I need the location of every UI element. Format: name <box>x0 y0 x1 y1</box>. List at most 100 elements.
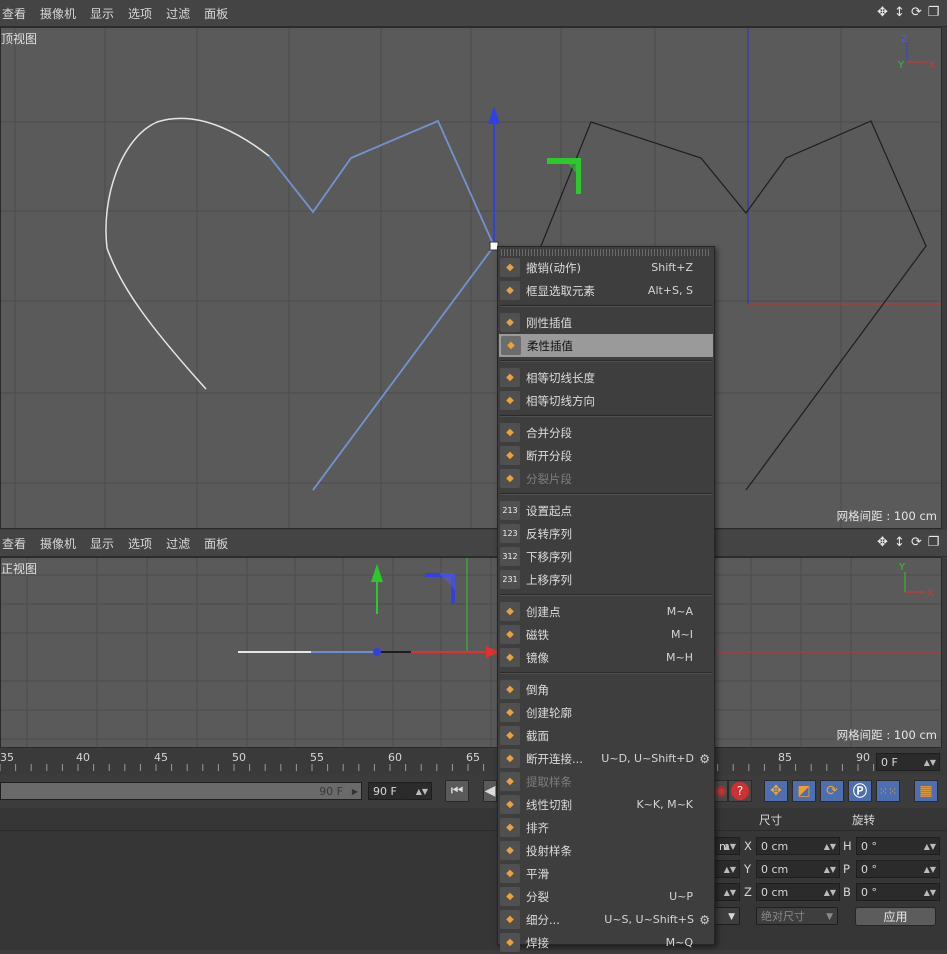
rot-b-label: B <box>843 885 851 899</box>
menu-options[interactable]: 选项 <box>126 535 160 552</box>
menu-view[interactable]: 查看 <box>0 535 34 552</box>
menu-view[interactable]: 查看 <box>0 5 34 22</box>
scale-key-button[interactable]: ◩ <box>792 780 816 802</box>
front-viewport[interactable]: Y X 正视图 网格间距 : 100 cm <box>0 557 942 748</box>
menu-item-subdivide[interactable]: ◆ 细分... U~S, U~Shift+S ⚙ <box>498 908 714 931</box>
join-segment-icon: ◆ <box>500 423 520 442</box>
top-viewport-canvas[interactable]: Z Y X <box>1 28 941 528</box>
menu-item-weld[interactable]: ◆ 焊接 M~Q <box>498 931 714 954</box>
end-frame-field[interactable]: 90 F ▲▼ <box>368 782 432 800</box>
menu-item-label: 分裂片段 <box>526 471 572 486</box>
front-selected-point[interactable] <box>373 648 381 656</box>
menu-item-label: 焊接 <box>526 935 549 950</box>
stepper-icon: ▲▼ <box>823 842 836 851</box>
zoom-view-icon[interactable]: ↕ <box>892 535 907 550</box>
menu-item-magnet[interactable]: ◆ 磁铁 M~I <box>498 623 714 646</box>
go-to-start-button[interactable]: ⏮ <box>445 780 469 802</box>
timeline-ruler[interactable]: 35 40 45 50 55 60 65 85 90 0 F ▲▼ <box>0 749 947 775</box>
move-view-icon[interactable]: ✥ <box>875 535 890 550</box>
param-key-button[interactable]: Ⓟ <box>848 780 872 802</box>
rot-b-field[interactable]: 0 ° ▲▼ <box>856 883 940 901</box>
menu-item-disconnect[interactable]: ◆ 断开连接... U~D, U~Shift+D ⚙ <box>498 747 714 770</box>
menu-item-equal-tangent-direction[interactable]: ◆ 相等切线方向 <box>498 389 714 412</box>
menu-item-move-down-sequence[interactable]: 312 下移序列 <box>498 545 714 568</box>
menu-camera[interactable]: 摄像机 <box>38 535 84 552</box>
toggle-view-icon[interactable]: ❐ <box>926 5 941 20</box>
menu-item-move-up-sequence[interactable]: 231 上移序列 <box>498 568 714 591</box>
menu-item-split[interactable]: ◆ 分裂 U~P <box>498 885 714 908</box>
position-z-field[interactable]: ▲▼ <box>714 883 740 901</box>
size-y-field[interactable]: 0 cm ▲▼ <box>756 860 840 878</box>
menu-filter[interactable]: 过滤 <box>164 535 198 552</box>
front-view-label: 正视图 <box>1 562 38 576</box>
menu-display[interactable]: 显示 <box>88 5 122 22</box>
record-button[interactable]: ◉ <box>714 780 728 802</box>
autokey-button[interactable]: ? <box>728 780 752 802</box>
menu-item-create-point[interactable]: ◆ 创建点 M~A <box>498 600 714 623</box>
tick-label: 35 <box>0 751 14 764</box>
size-mode-dropdown[interactable]: 绝对尺寸 ▼ <box>756 907 838 925</box>
move-down-sequence-icon: 312 <box>500 547 520 566</box>
stepper-icon: ▲▼ <box>723 865 736 874</box>
menu-separator <box>500 360 712 362</box>
rot-p-field[interactable]: 0 ° ▲▼ <box>856 860 940 878</box>
menu-item-undo[interactable]: ◆ 撤销(动作) Shift+Z <box>498 256 714 279</box>
menu-item-cross-section[interactable]: ◆ 截面 <box>498 724 714 747</box>
zoom-view-icon[interactable]: ↕ <box>892 5 907 20</box>
menu-item-reverse-sequence[interactable]: 123 反转序列 <box>498 522 714 545</box>
current-frame-field[interactable]: 0 F ▲▼ <box>876 753 940 771</box>
size-x-field[interactable]: 0 cm ▲▼ <box>756 837 840 855</box>
menu-camera[interactable]: 摄像机 <box>38 5 84 22</box>
coordinate-system-dropdown[interactable]: ▼ <box>714 907 740 925</box>
menu-item-set-first-point[interactable]: 213 设置起点 <box>498 499 714 522</box>
rot-p-label: P <box>843 862 850 876</box>
rotate-view-icon[interactable]: ⟳ <box>909 535 924 550</box>
front-viewport-canvas[interactable]: Y X <box>1 558 941 747</box>
disconnect-icon: ◆ <box>500 749 520 768</box>
menu-item-project-spline[interactable]: ◆ 投射样条 <box>498 839 714 862</box>
menu-item-equal-tangent-length[interactable]: ◆ 相等切线长度 <box>498 366 714 389</box>
menu-item-mirror[interactable]: ◆ 镜像 M~H <box>498 646 714 669</box>
frame-range-slider[interactable]: 90 F ▶ <box>0 782 362 800</box>
menu-item-smooth[interactable]: ◆ 平滑 <box>498 862 714 885</box>
point-level-button[interactable]: ⁙⁙ <box>876 780 900 802</box>
front-view-menubar: 查看 摄像机 显示 选项 过滤 面板 ✥ ↕ ⟳ ❐ <box>0 530 947 557</box>
menu-options[interactable]: 选项 <box>126 5 160 22</box>
rotate-view-icon[interactable]: ⟳ <box>909 5 924 20</box>
menu-item-line-up[interactable]: ◆ 排齐 <box>498 816 714 839</box>
heart-spline-left[interactable] <box>105 117 495 491</box>
top-viewport[interactable]: Z Y X 顶视图 网格间距 : 100 cm <box>0 27 942 529</box>
toggle-view-icon[interactable]: ❐ <box>926 535 941 550</box>
timeline-window-button[interactable]: ▦ <box>914 780 938 802</box>
menu-filter[interactable]: 过滤 <box>164 5 198 22</box>
prev-key-button[interactable]: ◀ <box>483 780 497 802</box>
move-view-icon[interactable]: ✥ <box>875 5 890 20</box>
menu-item-line-cut[interactable]: ◆ 线性切割 K~K, M~K <box>498 793 714 816</box>
gizmo-z-arrow[interactable] <box>488 106 500 124</box>
gizmo-y-arrow-front[interactable] <box>371 564 383 582</box>
menu-item-hard-interpolation[interactable]: ◆ 刚性插值 <box>498 311 714 334</box>
size-z-field[interactable]: 0 cm ▲▼ <box>756 883 840 901</box>
menu-panel[interactable]: 面板 <box>202 5 236 22</box>
gear-icon[interactable]: ⚙ <box>699 913 710 927</box>
menu-item-soft-interpolation[interactable]: ◆ 柔性插值 <box>499 334 713 357</box>
move-key-button[interactable]: ✥ <box>764 780 788 802</box>
rot-h-field[interactable]: 0 ° ▲▼ <box>856 837 940 855</box>
chevron-down-icon: ▼ <box>826 912 833 922</box>
position-x-field[interactable]: m ▲▼ <box>714 837 740 855</box>
gear-icon[interactable]: ⚙ <box>699 752 710 766</box>
rotate-key-button[interactable]: ⟳ <box>820 780 844 802</box>
position-y-field[interactable]: ▲▼ <box>714 860 740 878</box>
menu-item-chamfer[interactable]: ◆ 倒角 <box>498 678 714 701</box>
apply-button[interactable]: 应用 <box>855 907 936 926</box>
menu-item-label: 柔性插值 <box>527 338 573 353</box>
menu-panel[interactable]: 面板 <box>202 535 236 552</box>
menu-item-frame-selected[interactable]: ◆ 框显选取元素 Alt+S, S <box>498 279 714 302</box>
cross-section-icon: ◆ <box>500 726 520 745</box>
menu-grip[interactable] <box>501 249 711 256</box>
menu-item-create-outline[interactable]: ◆ 创建轮廓 <box>498 701 714 724</box>
menu-item-break-segment[interactable]: ◆ 断开分段 <box>498 444 714 467</box>
menu-item-join-segment[interactable]: ◆ 合并分段 <box>498 421 714 444</box>
tick-label: 65 <box>466 751 480 764</box>
menu-display[interactable]: 显示 <box>88 535 122 552</box>
